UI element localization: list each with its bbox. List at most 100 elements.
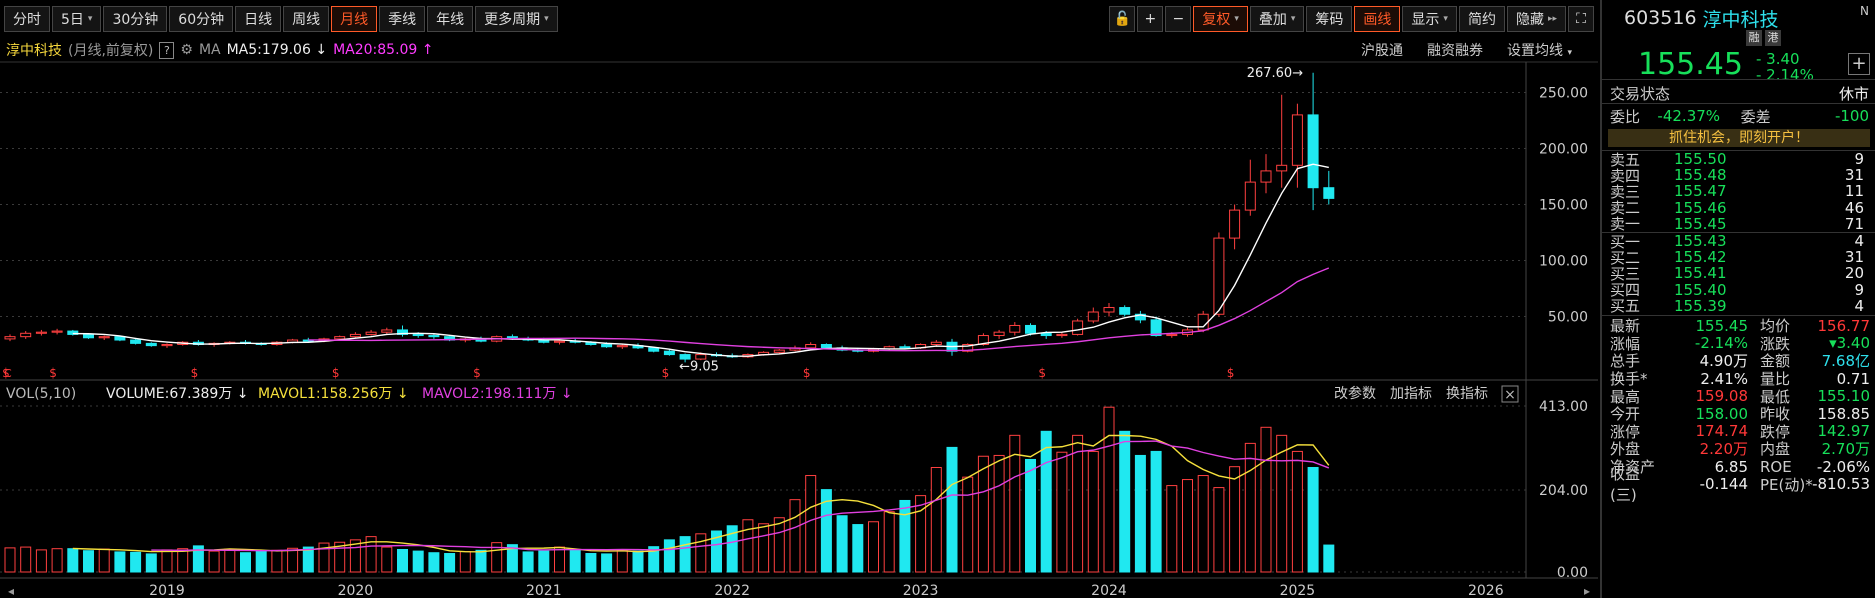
volume-bar xyxy=(1166,485,1178,573)
volume-bar xyxy=(83,550,94,573)
candle-body xyxy=(899,346,911,349)
event-marker: $ xyxy=(332,366,340,380)
chart-area[interactable]: 250.00 200.00 150.00 100.00 50.00 267.60→ ←9.0… xyxy=(0,0,1598,598)
volume-bar xyxy=(4,547,16,573)
stock-app: 250.00 200.00 150.00 100.00 50.00 267.60→ ←9.0… xyxy=(0,0,1875,598)
stock-name: 淳中科技 xyxy=(1702,8,1779,31)
orderbook-v: 71 xyxy=(1844,214,1864,233)
volume-bar xyxy=(224,548,236,573)
promo-banner[interactable]: 抓住机会，即刻开户！ xyxy=(1608,129,1870,147)
trade-status-label: 交易状态 xyxy=(1610,84,1671,103)
add-watch-button[interactable]: + xyxy=(1848,53,1870,75)
stock-name-label: 淳中科技 xyxy=(6,43,62,59)
volume-bar xyxy=(962,476,974,573)
link-hsgt[interactable]: 沪股通 xyxy=(1361,40,1403,60)
order-ratio-row: 委比 -42.37% 委差 -100 xyxy=(1602,104,1875,128)
toolbar: 分时 5日 ▾ 30分钟 60分钟 日线 周线 月线 季线 年线 更多周期 ▾ 🔓 + − 复权 ▾ 叠加 ▾ 筹码画… xyxy=(0,0,1598,38)
candle-body xyxy=(83,333,94,339)
link-margin[interactable]: 融资融券 xyxy=(1427,40,1483,60)
stat-v2: 0.71 xyxy=(1836,369,1870,388)
volume-bar xyxy=(287,547,299,573)
volume-bar xyxy=(255,551,267,573)
candle-body xyxy=(145,342,157,347)
x-year-label: 2019 xyxy=(149,583,185,598)
volume-bar xyxy=(554,546,565,573)
scroll-left-icon[interactable]: ◂ xyxy=(8,584,14,598)
n-icon[interactable]: N xyxy=(1860,4,1869,18)
bid-book: 买一 155.43 4 买二 155.42 31 买三 155.41 20 买四 155.40 9 买五… xyxy=(1602,232,1875,316)
x-year-label: 2021 xyxy=(526,583,562,598)
volume-bar xyxy=(1040,430,1052,573)
candle-body xyxy=(428,335,440,338)
volume-bar xyxy=(177,548,189,573)
candle-body xyxy=(35,331,47,334)
period-tab-2[interactable]: 30分钟 xyxy=(103,6,168,32)
stat-v1: 155.45 xyxy=(1695,316,1749,335)
period-tab-9[interactable]: 更多周期 ▾ xyxy=(475,6,558,32)
tool-button-0[interactable]: 复权 ▾ xyxy=(1193,6,1248,32)
lock-icon[interactable]: 🔓 xyxy=(1109,6,1136,32)
tool-button-5[interactable]: 简约 xyxy=(1458,6,1505,32)
period-tab-7[interactable]: 季线 xyxy=(379,6,426,32)
vol-link-0[interactable]: 改参数 xyxy=(1334,385,1376,402)
volume-bar xyxy=(993,454,1005,573)
chevron-down-icon: ▾ xyxy=(87,14,93,24)
event-marker: $ xyxy=(1227,366,1235,380)
orderbook-row: 买五 155.39 4 xyxy=(1602,297,1875,316)
tool-button-2[interactable]: 筹码 xyxy=(1306,6,1353,32)
stat-row: 收益(三) -0.144 PE(动)* -810.53 xyxy=(1602,465,1875,504)
tool-button-4[interactable]: 显示 ▾ xyxy=(1402,6,1457,32)
candle-body xyxy=(20,332,32,338)
volume-bar xyxy=(1056,451,1068,573)
link-set-ma[interactable]: 设置均线 ▾ xyxy=(1507,40,1578,60)
volume-bar xyxy=(679,536,691,573)
candle-body xyxy=(554,340,565,343)
zoom-out-icon[interactable]: − xyxy=(1165,6,1192,32)
volume-bar xyxy=(412,550,424,573)
help-icon[interactable]: ? xyxy=(159,41,175,59)
candle-body xyxy=(820,344,832,349)
period-tab-3[interactable]: 60分钟 xyxy=(169,6,234,32)
volume-bar xyxy=(805,475,817,573)
scroll-right-icon[interactable]: ▸ xyxy=(1584,584,1590,598)
volume-bar xyxy=(930,466,942,573)
volume-bar xyxy=(616,549,628,573)
candle-body xyxy=(601,344,613,348)
mavol2-label: MAVOL2:198.111万 ↓ xyxy=(422,386,573,402)
period-tab-0[interactable]: 分时 xyxy=(4,6,50,32)
title-links: 沪股通 融资融券 设置均线 ▾ xyxy=(1361,38,1584,62)
vol-link-1[interactable]: 加指标 xyxy=(1390,386,1432,402)
x-year-label: 2022 xyxy=(714,583,750,598)
expand-icon[interactable]: ⛶ xyxy=(1568,6,1594,32)
volume-bar xyxy=(1025,458,1036,573)
candle-body xyxy=(1009,324,1021,333)
period-tab-6[interactable]: 月线 xyxy=(331,6,378,32)
candle-body xyxy=(4,336,16,340)
stat-v2: 7.68亿 xyxy=(1821,352,1870,371)
volume-bar xyxy=(522,551,534,573)
period-tab-4[interactable]: 日线 xyxy=(235,6,282,32)
zoom-in-icon[interactable]: + xyxy=(1137,6,1164,32)
chevron-down-icon: ▾ xyxy=(1234,14,1239,24)
volume-bar xyxy=(1119,430,1131,573)
period-tab-8[interactable]: 年线 xyxy=(427,6,474,32)
volume-bar xyxy=(538,550,550,573)
y-tick-label: 250.00 xyxy=(1539,86,1588,102)
volume-bar xyxy=(977,455,989,573)
volume-bar xyxy=(114,551,126,573)
vol-tick-label: 413.00 xyxy=(1539,399,1588,415)
trade-status-value: 休市 xyxy=(1838,84,1869,103)
ma-label: MA xyxy=(198,42,221,58)
tool-button-1[interactable]: 叠加 ▾ xyxy=(1249,6,1305,32)
period-tab-1[interactable]: 5日 ▾ xyxy=(52,6,102,32)
period-tab-5[interactable]: 周线 xyxy=(283,6,330,32)
ma20-value: MA20:85.09 ↑ xyxy=(333,42,434,58)
gear-icon[interactable]: ⚙ xyxy=(180,42,193,58)
double-arrow-icon: ▸▸ xyxy=(1547,14,1557,24)
orderbook-p: 155.45 xyxy=(1674,214,1727,233)
volume-bar xyxy=(899,499,911,573)
tool-button-6[interactable]: 隐藏 ▸▸ xyxy=(1506,6,1566,32)
vol-link-2[interactable]: 换指标 xyxy=(1446,385,1488,402)
event-marker: $ xyxy=(191,366,199,380)
tool-button-3[interactable]: 画线 xyxy=(1354,6,1401,32)
